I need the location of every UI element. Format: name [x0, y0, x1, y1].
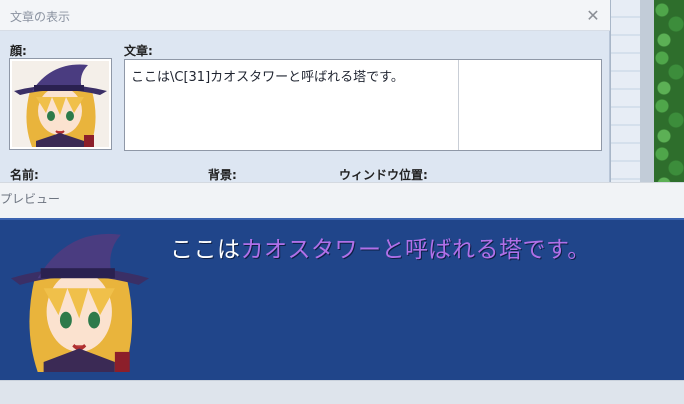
character-portrait-icon	[12, 61, 109, 147]
map-background-gap	[640, 0, 654, 182]
message-width-guide	[458, 60, 459, 150]
preview-text-normal: ここは	[170, 237, 241, 263]
window-position-label: ウィンドウ位置:	[339, 168, 428, 182]
show-text-dialog: 文章の表示 ✕ 顔: 文章: ここは\C[31]カオスタワーと呼ばれる塔です。 …	[0, 0, 610, 182]
footer-bar	[0, 380, 684, 404]
map-tree-tile	[654, 0, 684, 182]
close-button[interactable]: ✕	[582, 4, 604, 26]
preview-character-portrait-icon	[8, 228, 152, 372]
message-text: ここは\C[31]カオスタワーと呼ばれる塔です。	[131, 70, 404, 85]
preview-face	[8, 228, 152, 376]
preview-label: プレビュー	[0, 192, 61, 206]
face-selector[interactable]	[9, 58, 112, 150]
message-preview-window: ここはカオスタワーと呼ばれる塔です。	[0, 218, 684, 380]
message-text-area[interactable]: ここは\C[31]カオスタワーと呼ばれる塔です。	[124, 59, 602, 151]
name-label: 名前:	[10, 168, 39, 182]
preview-header: プレビュー	[0, 182, 684, 218]
text-label: 文章:	[124, 44, 153, 58]
close-icon: ✕	[586, 5, 600, 25]
map-background-stripes	[610, 0, 640, 182]
preview-message: ここはカオスタワーと呼ばれる塔です。	[170, 230, 591, 264]
dialog-title: 文章の表示	[10, 10, 71, 24]
dialog-titlebar: 文章の表示 ✕	[0, 0, 610, 31]
background-label: 背景:	[208, 168, 237, 182]
preview-text-colored: カオスタワーと呼ばれる塔です。	[240, 237, 591, 263]
face-label: 顔:	[10, 44, 27, 58]
